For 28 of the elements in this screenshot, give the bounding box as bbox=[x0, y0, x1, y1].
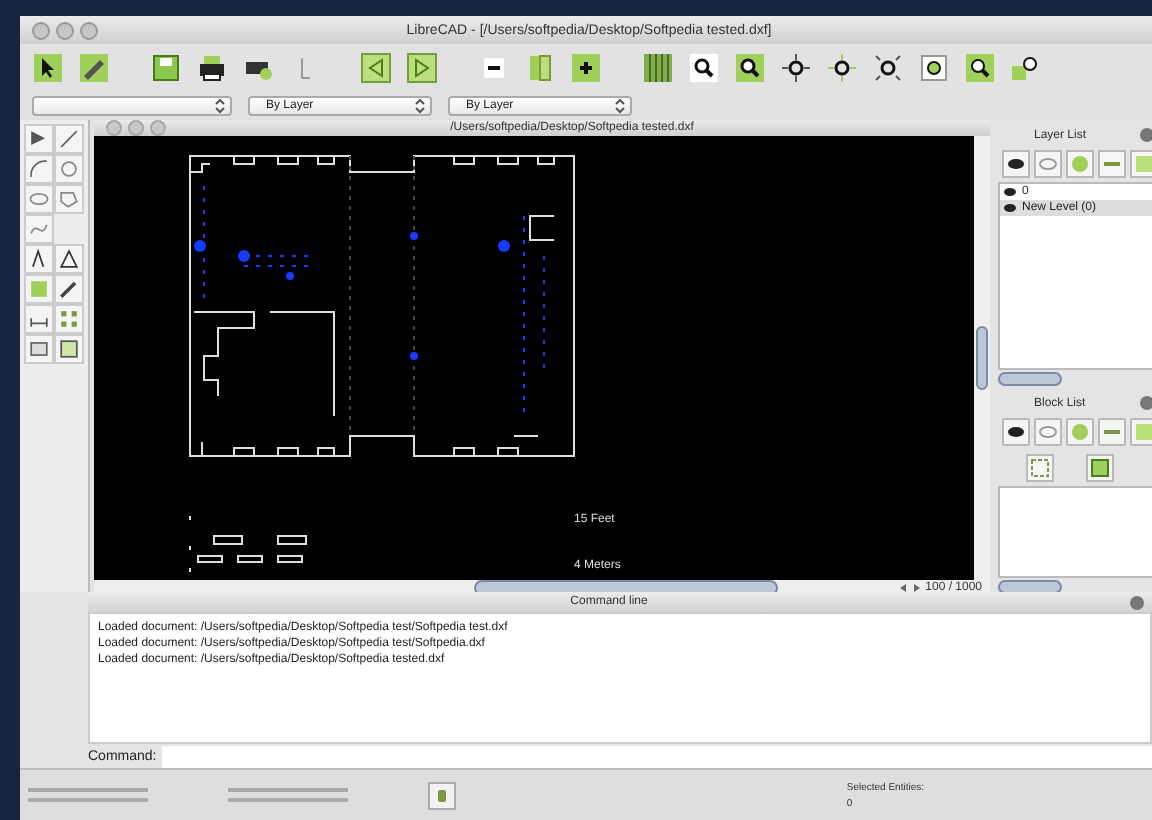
image-icon[interactable] bbox=[24, 334, 54, 364]
updown-icon bbox=[214, 98, 226, 114]
line-icon[interactable] bbox=[54, 124, 84, 154]
close-icon[interactable] bbox=[1130, 595, 1144, 609]
floppy-icon[interactable] bbox=[150, 52, 182, 84]
hand-icon[interactable] bbox=[428, 781, 456, 809]
block-icon[interactable] bbox=[1086, 454, 1114, 482]
minus-icon[interactable] bbox=[478, 52, 510, 84]
triangle-icon[interactable] bbox=[54, 244, 84, 274]
pencil-icon[interactable] bbox=[78, 52, 110, 84]
plus-icon[interactable] bbox=[570, 52, 602, 84]
printer-icon[interactable] bbox=[196, 52, 228, 84]
updown-icon bbox=[414, 98, 426, 114]
close-icon[interactable] bbox=[1140, 128, 1152, 142]
arc-icon[interactable] bbox=[24, 154, 54, 184]
updown-icon bbox=[614, 98, 626, 114]
block-icon[interactable] bbox=[54, 334, 84, 364]
grid-icon[interactable] bbox=[642, 52, 674, 84]
polygon-icon[interactable] bbox=[54, 184, 84, 214]
arrows-icon[interactable] bbox=[897, 582, 922, 594]
pages-icon[interactable] bbox=[524, 52, 556, 84]
dimension-icon[interactable] bbox=[24, 304, 54, 334]
select-icon[interactable] bbox=[24, 124, 54, 154]
command-input[interactable] bbox=[162, 745, 1152, 767]
close-icon[interactable] bbox=[1140, 396, 1152, 410]
undo-icon[interactable] bbox=[360, 52, 392, 84]
vertical-scrollbar[interactable] bbox=[974, 136, 990, 580]
redo-icon[interactable] bbox=[406, 52, 438, 84]
